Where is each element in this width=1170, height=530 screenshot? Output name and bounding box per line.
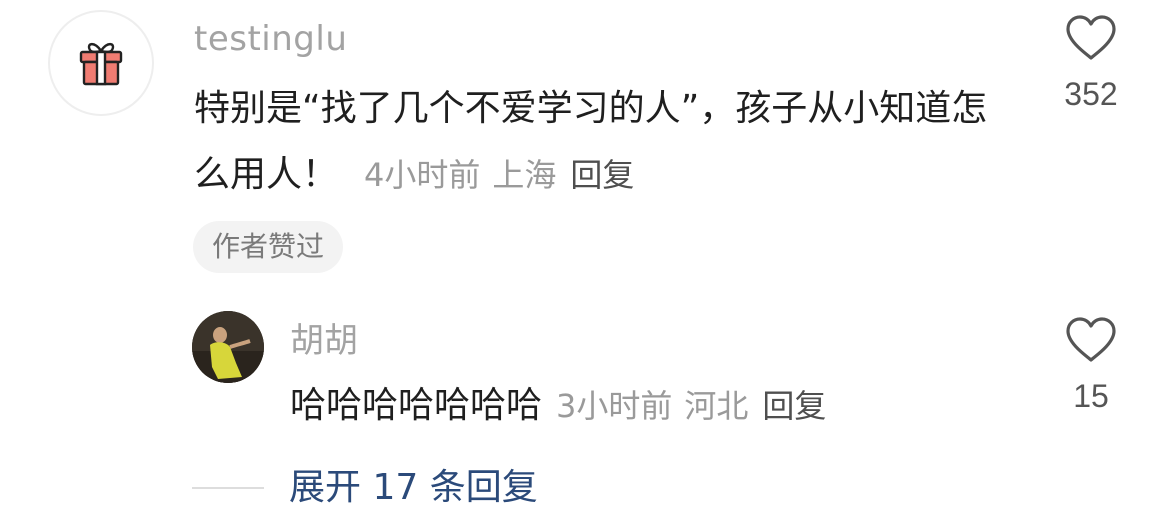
- reply-time: 3小时前: [556, 387, 673, 425]
- heart-outline-icon[interactable]: [1064, 316, 1118, 364]
- reply-avatar[interactable]: [192, 311, 264, 383]
- reply-like-button[interactable]: 15: [1046, 316, 1136, 415]
- comment-like-button[interactable]: 352: [1046, 14, 1136, 113]
- comment-body: 特别是“找了几个不爱学习的人”，孩子从小知道怎么用人！ 4小时前 上海 回复: [194, 76, 1014, 208]
- comment-meta: 4小时前 上海 回复: [364, 156, 634, 194]
- avatar[interactable]: [48, 10, 154, 116]
- comment-username[interactable]: testinglu: [194, 16, 347, 62]
- comment-reply-button[interactable]: 回复: [570, 156, 634, 194]
- reply-reply-button[interactable]: 回复: [762, 387, 826, 425]
- reply-body: 哈哈哈哈哈哈哈 3小时前 河北 回复: [290, 378, 826, 434]
- expand-divider: [192, 487, 264, 489]
- comment-like-count: 352: [1064, 76, 1118, 112]
- expand-replies-button[interactable]: 展开 17 条回复: [289, 462, 538, 514]
- reply-like-count: 15: [1073, 378, 1109, 414]
- avatar-photo: [192, 311, 264, 383]
- comment-time: 4小时前: [364, 156, 481, 194]
- gift-icon: [79, 42, 123, 86]
- comment-location: 上海: [492, 156, 557, 194]
- heart-outline-icon[interactable]: [1064, 14, 1118, 62]
- reply-username[interactable]: 胡胡: [290, 318, 358, 364]
- reply-meta: 3小时前 河北 回复: [556, 387, 826, 425]
- author-liked-badge: 作者赞过: [193, 221, 344, 273]
- reply-location: 河北: [684, 387, 749, 425]
- reply-text: 哈哈哈哈哈哈哈: [290, 385, 543, 426]
